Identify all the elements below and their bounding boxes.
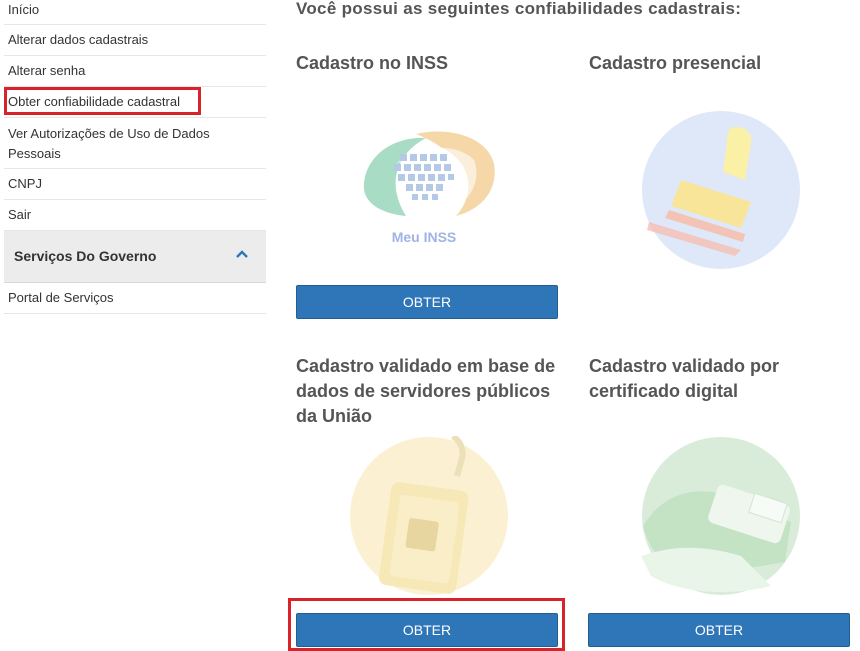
badge-icon [350, 436, 508, 595]
sidebar-item-autorizacoes[interactable]: Ver Autorizações de Uso de Dados Pessoai… [4, 118, 266, 169]
stamp-icon [642, 111, 800, 269]
card-title-certificado: Cadastro validado por certificado digita… [589, 356, 780, 401]
sidebar-item-portal-servicos[interactable]: Portal de Serviços [4, 283, 266, 314]
sidebar-item-inicio[interactable]: Início [4, 0, 266, 25]
page-title: Você possui as seguintes confiabilidades… [296, 0, 742, 18]
sidebar: Início Alterar dados cadastrais Alterar … [4, 0, 266, 314]
meu-inss-logo: Meu INSS [363, 131, 495, 245]
card-title-servidores: Cadastro validado em base de dados de se… [296, 356, 556, 426]
card-title-presencial: Cadastro presencial [589, 53, 762, 73]
sidebar-item-obter-confiabilidade[interactable]: Obter confiabilidade cadastral [4, 87, 266, 118]
obter-certificado-button[interactable]: OBTER [588, 613, 850, 647]
section-title: Serviços Do Governo [14, 248, 157, 264]
sidebar-item-alterar-dados[interactable]: Alterar dados cadastrais [4, 25, 266, 56]
section-servicos-governo[interactable]: Serviços Do Governo [4, 231, 266, 283]
card-title-inss: Cadastro no INSS [296, 53, 449, 73]
sidebar-item-cnpj[interactable]: CNPJ [4, 169, 266, 200]
usb-token-icon [641, 437, 800, 595]
obter-inss-button[interactable]: OBTER [296, 285, 558, 319]
sidebar-item-alterar-senha[interactable]: Alterar senha [4, 56, 266, 87]
chevron-up-icon[interactable] [236, 250, 248, 258]
sidebar-item-sair[interactable]: Sair [4, 200, 266, 231]
obter-servidores-button[interactable]: OBTER [296, 613, 558, 647]
meu-inss-logo-text: Meu INSS [392, 229, 457, 245]
